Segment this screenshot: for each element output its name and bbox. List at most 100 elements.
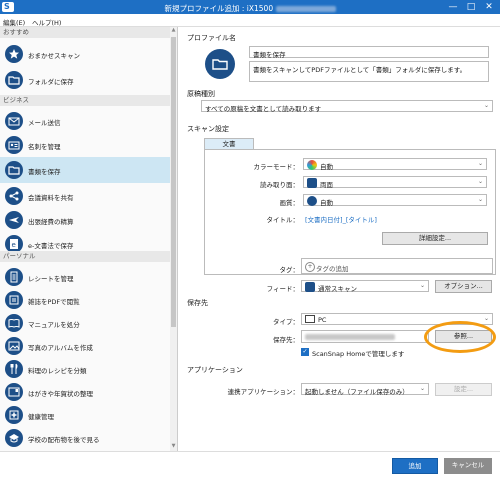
sidebar-item-postcard[interactable]: はがきや年賀状の整理 [0,381,170,403]
sidebar-item-save-documents[interactable]: 書類を保存 [0,157,170,183]
sidebar-item-business-card[interactable]: 名刺を管理 [0,134,170,156]
sidebar-item-share-meeting[interactable]: 会議資料を共有 [0,185,170,207]
sidebar-item-label: 書類を保存 [28,168,61,176]
sidebar-item-label: 写真のアルバムを作成 [28,344,93,352]
sidebar-item-label: 学校の配布物を後で見る [28,436,100,444]
quality-label: 画質： [279,199,300,207]
detail-settings-button[interactable]: 詳細設定... [382,232,488,245]
save-section-label: 保存先 [187,299,208,307]
sidebar-item-travel-expense[interactable]: 出張経費の精算 [0,209,170,231]
school-icon [5,429,23,447]
manual-icon [5,314,23,332]
doc-type-dropdown[interactable]: すべての原稿を文書として読み取ります ⌄ [201,100,493,113]
sidebar-item-label: おまかせスキャン [28,52,80,60]
application-section-label: アプリケーション [187,366,243,374]
color-mode-dropdown[interactable]: 自動 ⌄ [303,158,487,171]
profile-description-input[interactable]: 書類をスキャンしてPDFファイルとして「書類」フォルダに保存します。 [249,61,489,82]
sidebar-item-magazine[interactable]: 雑誌をPDFで閲覧 [0,289,170,311]
close-button[interactable]: ✕ [482,1,496,13]
magazine-icon [5,291,23,309]
app-settings-button[interactable]: 設定... [435,383,492,396]
menu-help[interactable]: ヘルプ(H) [32,17,61,27]
scroll-down-icon[interactable]: ▼ [170,443,177,449]
scansnap-home-label: ScanSnap Homeで管理します [312,350,405,358]
window-title: 新規プロファイル追加 : iX1500 [0,3,500,14]
quality-dropdown[interactable]: 自動 ⌄ [303,194,487,207]
tag-input[interactable]: + タグの追加 [301,258,493,274]
menu-edit[interactable]: 編集(E) [3,17,25,27]
sidebar-item-school[interactable]: 学校の配布物を後で見る [0,427,170,449]
minimize-button[interactable]: — [446,1,460,13]
save-dest-path-input[interactable] [301,330,429,343]
sidebar-item-manual[interactable]: マニュアルを処分 [0,312,170,334]
folder-icon[interactable] [205,49,235,79]
sidebar-item-label: 雑誌をPDFで閲覧 [28,298,80,306]
recipe-icon [5,360,23,378]
scansnap-home-checkbox[interactable]: ✓ [301,348,309,356]
sidebar-item-health[interactable]: 健康管理 [0,404,170,426]
chevron-down-icon: ⌄ [477,160,483,167]
profile-name-section-label: プロファイル名 [187,34,236,42]
scan-side-dropdown[interactable]: 両面 ⌄ [303,176,487,189]
sidebar-item-label: 名刺を管理 [28,143,61,151]
folder-icon [5,161,23,179]
sidebar-section-personal: パーソナル [0,251,170,262]
tag-label: タグ： [279,266,300,274]
profile-name-input[interactable]: 書類を保存 [249,46,489,59]
add-tag-icon: + [305,262,315,272]
chevron-down-icon: ⌄ [419,385,425,392]
feed-label: フィード： [266,285,299,293]
sidebar-item-label: マニュアルを処分 [28,321,80,329]
color-mode-icon [307,160,317,170]
linked-app-dropdown[interactable]: 起動しません（ファイル保存のみ） ⌄ [301,383,429,396]
scroll-up-icon[interactable]: ▲ [170,27,177,33]
duplex-icon [307,178,317,188]
browse-highlight-circle [424,321,496,353]
star-icon [5,45,23,63]
sidebar-item-photo-album[interactable]: 写真のアルバムを作成 [0,335,170,357]
health-icon [5,406,23,424]
sidebar-item-mail[interactable]: メール送信 [0,110,170,132]
chevron-down-icon: ⌄ [483,102,489,109]
sidebar-item-label: e-文書法で保存 [28,242,74,250]
menu-bar: 編集(E) ヘルプ(H) [0,14,500,27]
color-mode-label: カラーモード： [253,163,300,171]
cancel-button[interactable]: キャンセル [444,458,492,474]
profile-settings-panel: プロファイル名 書類を保存 書類をスキャンしてPDFファイルとして「書類」フォル… [179,27,500,451]
feed-icon [305,282,315,292]
footer-bar: 追加 キャンセル [0,451,500,477]
feed-option-button[interactable]: オプション... [435,280,492,293]
add-button[interactable]: 追加 [392,458,438,474]
mail-icon [5,112,23,130]
maximize-button[interactable]: □ [464,1,478,13]
chevron-down-icon: ⌄ [477,178,483,185]
scrollbar-thumb[interactable] [171,37,176,327]
pc-icon [305,315,315,323]
sidebar-scrollbar[interactable]: ▲ ▼ [170,27,177,451]
sidebar-item-receipt[interactable]: レシートを管理 [0,266,170,288]
sidebar-item-recipe[interactable]: 料理のレシピを分類 [0,358,170,380]
sidebar-item-save-folder[interactable]: フォルダに保存 [0,69,170,91]
airplane-icon [5,211,23,229]
sidebar-item-label: 料理のレシピを分類 [28,367,87,375]
feed-dropdown[interactable]: 通常スキャン ⌄ [301,280,429,293]
title-bar: S 新規プロファイル追加 : iX1500 — □ ✕ [0,0,500,14]
sidebar-item-label: レシートを管理 [28,275,74,283]
photo-album-icon [5,337,23,355]
share-icon [5,187,23,205]
sidebar-item-label: 健康管理 [28,413,54,421]
sidebar-item-auto-scan[interactable]: おまかせスキャン [0,43,170,65]
svg-text:e: e [12,241,16,249]
chevron-down-icon: ⌄ [419,282,425,289]
linked-app-label: 連携アプリケーション： [227,388,299,396]
sidebar-item-label: 会議資料を共有 [28,194,74,202]
save-dest-label: 保存先： [273,336,299,344]
sidebar-section-recommended: おすすめ [0,27,170,38]
profile-template-sidebar: おすすめ おまかせスキャン フォルダに保存 ビジネス メール送信 名刺を管理 書… [0,27,178,451]
chevron-down-icon: ⌄ [483,315,489,322]
folder-icon [5,71,23,89]
title-link[interactable]: [文書内日付]_[タイトル] [305,214,377,224]
scan-settings-section-label: スキャン設定 [187,125,229,133]
doc-type-section-label: 原稿種別 [187,90,215,98]
sidebar-item-label: はがきや年賀状の整理 [28,390,93,398]
